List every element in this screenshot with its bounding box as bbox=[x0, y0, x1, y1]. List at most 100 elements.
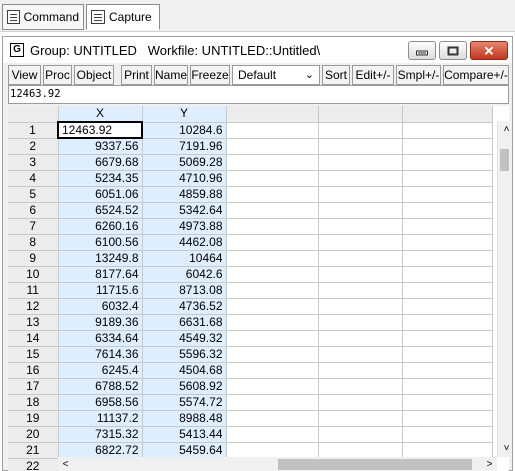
display-format-select[interactable]: Default ⌄ bbox=[232, 65, 320, 85]
cell-x[interactable]: 6245.4 bbox=[58, 362, 143, 379]
empty-cell[interactable] bbox=[402, 170, 493, 187]
cell-y[interactable]: 7191.96 bbox=[142, 138, 227, 155]
row-number[interactable]: 7 bbox=[8, 218, 59, 235]
empty-cell[interactable] bbox=[402, 330, 493, 347]
row-number[interactable]: 6 bbox=[8, 202, 59, 219]
cell-x[interactable]: 6334.64 bbox=[58, 330, 143, 347]
empty-cell[interactable] bbox=[226, 330, 319, 347]
row-number[interactable]: 10 bbox=[8, 266, 59, 283]
cell-x[interactable]: 9189.36 bbox=[58, 314, 143, 331]
row-number[interactable]: 3 bbox=[8, 154, 59, 171]
empty-cell[interactable] bbox=[226, 314, 319, 331]
empty-cell[interactable] bbox=[318, 330, 403, 347]
cell-x[interactable]: 6679.68 bbox=[58, 154, 143, 171]
row-number[interactable]: 2 bbox=[8, 138, 59, 155]
empty-cell[interactable] bbox=[402, 282, 493, 299]
cell-y[interactable]: 4504.68 bbox=[142, 362, 227, 379]
freeze-button[interactable]: Freeze bbox=[190, 65, 230, 85]
row-number[interactable]: 1 bbox=[8, 122, 59, 139]
cell-y[interactable]: 6631.68 bbox=[142, 314, 227, 331]
empty-cell[interactable] bbox=[226, 234, 319, 251]
empty-cell[interactable] bbox=[226, 378, 319, 395]
empty-cell[interactable] bbox=[318, 282, 403, 299]
empty-cell[interactable] bbox=[318, 218, 403, 235]
empty-cell[interactable] bbox=[318, 362, 403, 379]
empty-cell[interactable] bbox=[318, 170, 403, 187]
cell-y[interactable]: 4736.52 bbox=[142, 298, 227, 315]
empty-cell[interactable] bbox=[318, 122, 403, 139]
row-number[interactable]: 12 bbox=[8, 298, 59, 315]
row-number[interactable]: 15 bbox=[8, 346, 59, 363]
empty-cell[interactable] bbox=[226, 138, 319, 155]
empty-cell[interactable] bbox=[226, 298, 319, 315]
cell-x[interactable]: 6032.4 bbox=[58, 298, 143, 315]
cell-y[interactable]: 4710.96 bbox=[142, 170, 227, 187]
empty-cell[interactable] bbox=[402, 266, 493, 283]
sort-button[interactable]: Sort bbox=[322, 65, 350, 85]
empty-cell[interactable] bbox=[226, 410, 319, 427]
scroll-right-icon[interactable]: > bbox=[482, 457, 497, 471]
empty-cell[interactable] bbox=[318, 250, 403, 267]
empty-cell[interactable] bbox=[318, 346, 403, 363]
cell-x[interactable]: 11137.2 bbox=[58, 410, 143, 427]
horizontal-scrollbar[interactable]: < > bbox=[58, 457, 497, 471]
empty-cell[interactable] bbox=[402, 298, 493, 315]
row-number[interactable]: 11 bbox=[8, 282, 59, 299]
smpl-toggle-button[interactable]: Smpl+/- bbox=[396, 65, 441, 85]
empty-cell[interactable] bbox=[318, 442, 403, 459]
row-number[interactable]: 21 bbox=[8, 442, 59, 459]
empty-cell[interactable] bbox=[226, 362, 319, 379]
cell-y[interactable]: 5608.92 bbox=[142, 378, 227, 395]
horizontal-scroll-thumb[interactable] bbox=[278, 459, 472, 470]
cell-y[interactable]: 5459.64 bbox=[142, 442, 227, 459]
cell-y[interactable]: 5413.44 bbox=[142, 426, 227, 443]
cell-y[interactable]: 4859.88 bbox=[142, 186, 227, 203]
row-number[interactable]: 5 bbox=[8, 186, 59, 203]
empty-cell[interactable] bbox=[402, 234, 493, 251]
cell-x[interactable]: 6524.52 bbox=[58, 202, 143, 219]
cell-y[interactable]: 5574.72 bbox=[142, 394, 227, 411]
empty-cell[interactable] bbox=[318, 266, 403, 283]
cell-x[interactable]: 12463.92 bbox=[57, 121, 143, 139]
vertical-scrollbar[interactable]: ˄ ˅ bbox=[497, 121, 509, 457]
row-number[interactable]: 8 bbox=[8, 234, 59, 251]
cell-y[interactable]: 4973.88 bbox=[142, 218, 227, 235]
empty-cell[interactable] bbox=[318, 426, 403, 443]
empty-cell[interactable] bbox=[402, 378, 493, 395]
cell-x[interactable]: 11715.6 bbox=[58, 282, 143, 299]
cell-x[interactable]: 6958.56 bbox=[58, 394, 143, 411]
minimize-button[interactable] bbox=[408, 41, 436, 60]
cell-y[interactable]: 8713.08 bbox=[142, 282, 227, 299]
row-number[interactable]: 13 bbox=[8, 314, 59, 331]
maximize-button[interactable] bbox=[439, 41, 467, 60]
column-header-x[interactable]: X bbox=[58, 106, 143, 123]
edit-toggle-button[interactable]: Edit+/- bbox=[352, 65, 394, 85]
window-titlebar[interactable]: G Group: UNTITLED Workfile: UNTITLED::Un… bbox=[3, 37, 512, 63]
empty-cell[interactable] bbox=[226, 122, 319, 139]
empty-cell[interactable] bbox=[226, 218, 319, 235]
row-number[interactable]: 14 bbox=[8, 330, 59, 347]
cell-y[interactable]: 5069.28 bbox=[142, 154, 227, 171]
empty-cell[interactable] bbox=[318, 154, 403, 171]
scroll-up-icon[interactable]: ˄ bbox=[498, 121, 509, 138]
cell-edit-field[interactable]: 12463.92 bbox=[8, 85, 509, 104]
proc-button[interactable]: Proc bbox=[43, 65, 72, 85]
cell-x[interactable]: 13249.8 bbox=[58, 250, 143, 267]
object-button[interactable]: Object bbox=[74, 65, 114, 85]
empty-cell[interactable] bbox=[402, 442, 493, 459]
empty-cell[interactable] bbox=[226, 394, 319, 411]
empty-cell[interactable] bbox=[318, 314, 403, 331]
scroll-down-icon[interactable]: ˅ bbox=[498, 440, 509, 457]
cell-y[interactable]: 5342.64 bbox=[142, 202, 227, 219]
cell-x[interactable]: 5234.35 bbox=[58, 170, 143, 187]
cell-y[interactable]: 10284.6 bbox=[142, 122, 227, 139]
cell-y[interactable]: 6042.6 bbox=[142, 266, 227, 283]
empty-cell[interactable] bbox=[318, 234, 403, 251]
empty-cell[interactable] bbox=[402, 410, 493, 427]
empty-cell[interactable] bbox=[402, 314, 493, 331]
empty-cell[interactable] bbox=[318, 394, 403, 411]
empty-cell[interactable] bbox=[402, 362, 493, 379]
empty-cell[interactable] bbox=[402, 346, 493, 363]
cell-x[interactable]: 6788.52 bbox=[58, 378, 143, 395]
empty-cell[interactable] bbox=[318, 186, 403, 203]
